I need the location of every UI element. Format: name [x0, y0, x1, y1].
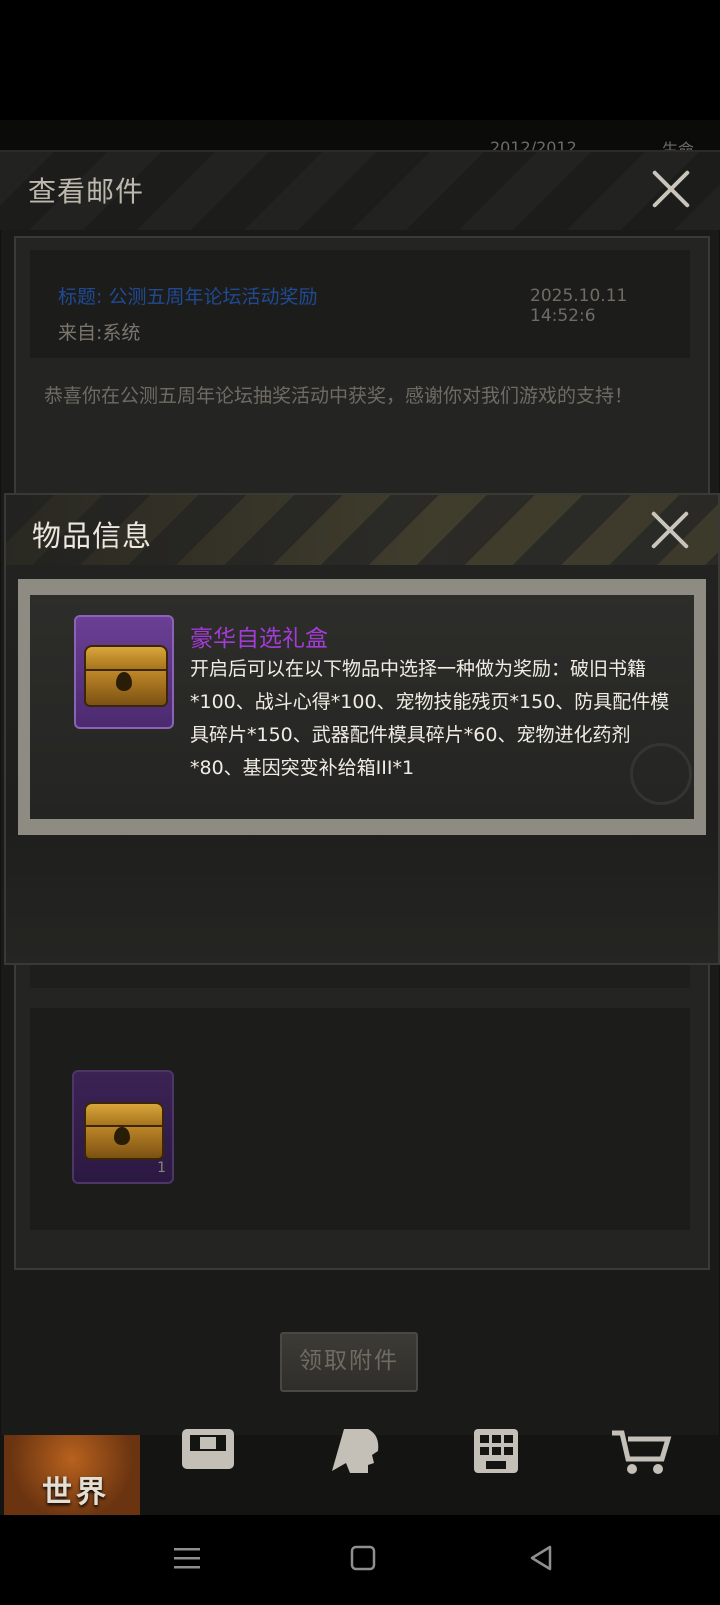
nav-world-tab[interactable]: 世界 — [4, 1435, 140, 1515]
item-name: 豪华自选礼盒 — [190, 626, 328, 652]
item-card: 豪华自选礼盒 开启后可以在以下物品中选择一种做为奖励：破旧书籍*100、战斗心得… — [18, 579, 706, 835]
character-icon[interactable] — [322, 1429, 382, 1477]
home-icon[interactable] — [350, 1545, 376, 1571]
bottom-nav: 世界 — [0, 1429, 720, 1515]
attachment-count: 1 — [157, 1160, 166, 1176]
shop-cart-icon[interactable] — [612, 1429, 672, 1477]
item-info-popup: 物品信息 豪华自选礼盒 开启后可以在以下物品中选择一种做为奖励：破旧书籍*100… — [4, 493, 720, 965]
item-info-close-button[interactable] — [649, 509, 691, 551]
mail-sender: 来自:系统 — [58, 322, 141, 344]
building-icon[interactable] — [468, 1429, 528, 1477]
menu-icon[interactable] — [174, 1545, 200, 1571]
mail-close-button[interactable] — [650, 168, 692, 210]
chest-icon — [84, 1102, 164, 1160]
item-info-title: 物品信息 — [32, 519, 153, 553]
bag-icon[interactable] — [178, 1429, 238, 1477]
attachment-slot[interactable]: 1 — [72, 1070, 174, 1184]
chest-icon — [84, 645, 168, 707]
mail-date: 2025.10.11 14:52:6 — [530, 286, 628, 326]
mail-dialog-title: 查看邮件 — [28, 175, 145, 208]
mail-meta-box: 标题: 公测五周年论坛活动奖励 2025.10.11 14:52:6 来自:系统 — [30, 250, 690, 358]
mail-subject: 标题: 公测五周年论坛活动奖励 — [58, 286, 318, 308]
nav-world-label: 世界 — [42, 1475, 110, 1510]
item-card-inner: 豪华自选礼盒 开启后可以在以下物品中选择一种做为奖励：破旧书籍*100、战斗心得… — [30, 595, 694, 819]
item-description: 开启后可以在以下物品中选择一种做为奖励：破旧书籍*100、战斗心得*100、宠物… — [190, 658, 670, 779]
mail-body-text: 恭喜你在公测五周年论坛抽奖活动中获奖，感谢你对我们游戏的支持！ — [44, 385, 634, 407]
radiation-watermark-icon — [630, 743, 692, 805]
item-icon-frame — [74, 615, 174, 729]
attachment-area: 1 — [30, 1008, 690, 1230]
mail-dialog-header: 查看邮件 — [0, 152, 720, 230]
back-icon[interactable] — [528, 1545, 554, 1571]
claim-attachment-button[interactable]: 领取附件 — [280, 1332, 418, 1392]
system-nav-bar — [0, 1515, 720, 1605]
